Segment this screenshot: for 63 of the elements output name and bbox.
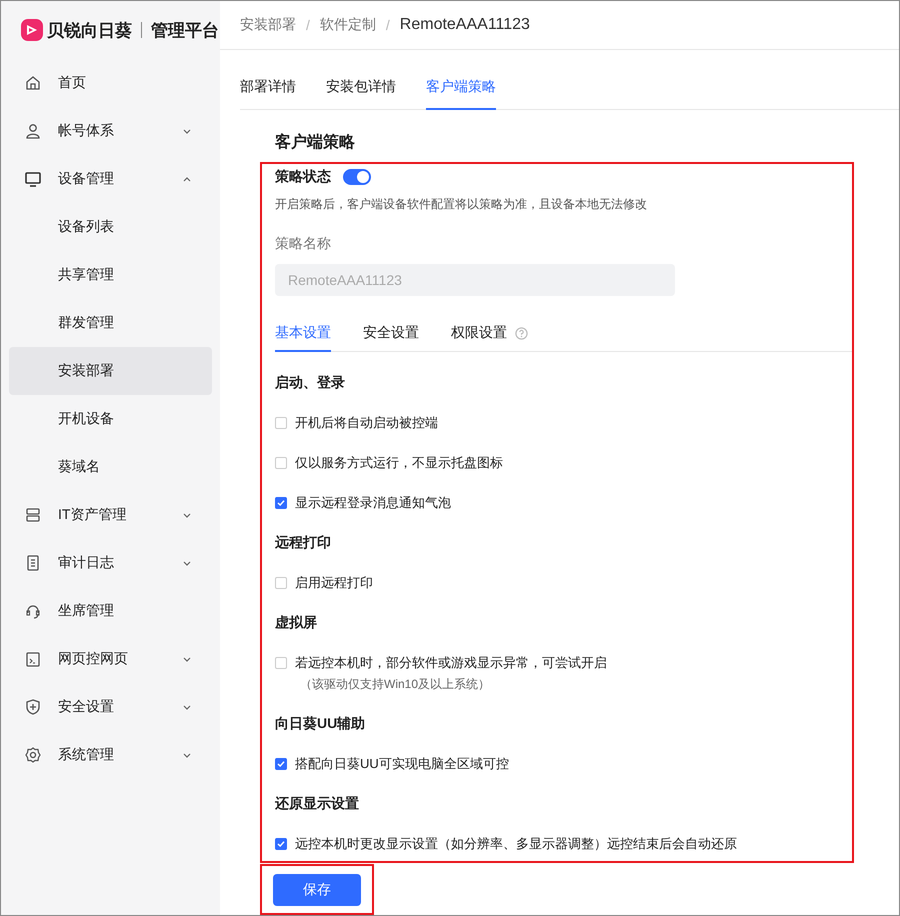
logo-icon: [21, 19, 43, 41]
sidebar-item[interactable]: IT资产管理: [1, 491, 220, 539]
settings-tab[interactable]: 安全设置: [363, 314, 419, 352]
tab[interactable]: 安装包详情: [326, 65, 396, 110]
group-heading: 启动、登录: [275, 374, 346, 392]
breadcrumb-separator: /: [306, 17, 310, 33]
option-label: 仅以服务方式运行，不显示托盘图标: [295, 454, 503, 472]
sidebar-item[interactable]: 网页控网页: [1, 635, 220, 683]
sidebar-subitem[interactable]: 设备列表: [9, 203, 212, 251]
monitor-icon: [24, 170, 42, 188]
section-title: 客户端策略: [275, 132, 356, 153]
breadcrumb-separator: /: [386, 17, 390, 33]
tab[interactable]: 客户端策略: [426, 65, 496, 110]
option-label: 启用远程打印: [295, 574, 373, 592]
name-label: 策略名称: [275, 235, 332, 253]
option-label: 开机后将自动启动被控端: [295, 414, 438, 432]
option-note: （该驱动仅支持Win10及以上系统）: [300, 676, 492, 693]
save-button[interactable]: 保存: [273, 874, 361, 906]
sidebar-item[interactable]: 安全设置: [1, 683, 220, 731]
sidebar-item[interactable]: 帐号体系: [1, 107, 220, 155]
option-label: 搭配向日葵UU可实现电脑全区域可控: [295, 755, 509, 773]
breadcrumb-item[interactable]: 软件定制: [320, 16, 376, 34]
sidebar-subitem[interactable]: 安装部署: [9, 347, 212, 395]
checkbox[interactable]: [275, 497, 287, 509]
group-heading: 远程打印: [275, 534, 332, 552]
group-heading: 还原显示设置: [275, 795, 360, 813]
shield-icon: [24, 698, 42, 716]
terminal-icon: [24, 650, 42, 668]
settings-tab[interactable]: 基本设置: [275, 314, 331, 352]
checkbox[interactable]: [275, 758, 287, 770]
brand-name: 贝锐向日葵: [47, 20, 132, 42]
sidebar-subitem[interactable]: 共享管理: [9, 251, 212, 299]
help-icon[interactable]: [515, 326, 528, 340]
sidebar-subitem[interactable]: 开机设备: [9, 395, 212, 443]
status-toggle[interactable]: [343, 169, 371, 185]
settings-icon: [24, 746, 42, 764]
sidebar-item[interactable]: 首页: [1, 59, 220, 107]
sidebar-subitem[interactable]: 葵域名: [9, 443, 212, 491]
checkbox[interactable]: [275, 417, 287, 429]
sidebar-item[interactable]: 系统管理: [1, 731, 220, 779]
option-label: 显示远程登录消息通知气泡: [295, 494, 451, 512]
settings-tab[interactable]: 权限设置: [451, 314, 528, 352]
status-label: 策略状态: [275, 168, 331, 186]
group-heading: 向日葵UU辅助: [275, 715, 366, 733]
home-icon: [24, 74, 42, 92]
checkbox[interactable]: [275, 577, 287, 589]
breadcrumb-item[interactable]: 安装部署: [240, 16, 296, 34]
checkbox[interactable]: [275, 838, 287, 850]
tab[interactable]: 部署详情: [240, 65, 296, 110]
status-hint: 开启策略后，客户端设备软件配置将以策略为准，且设备本地无法修改: [275, 196, 648, 213]
product-name: 管理平台: [151, 20, 219, 42]
sidebar-item[interactable]: 审计日志: [1, 539, 220, 587]
option-label: 远控本机时更改显示设置（如分辨率、多显示器调整）远控结束后会自动还原: [295, 835, 737, 853]
server-icon: [24, 506, 42, 524]
breadcrumb-item: RemoteAAA11123: [400, 16, 530, 34]
checkbox[interactable]: [275, 457, 287, 469]
checkbox[interactable]: [275, 657, 287, 669]
group-heading: 虚拟屏: [275, 614, 318, 632]
option-label: 若远控本机时，部分软件或游戏显示异常，可尝试开启: [295, 654, 607, 672]
sidebar-subitem[interactable]: 群发管理: [9, 299, 212, 347]
user-icon: [24, 122, 42, 140]
sidebar-item[interactable]: 坐席管理: [1, 587, 220, 635]
sidebar-item[interactable]: 设备管理: [1, 155, 220, 203]
